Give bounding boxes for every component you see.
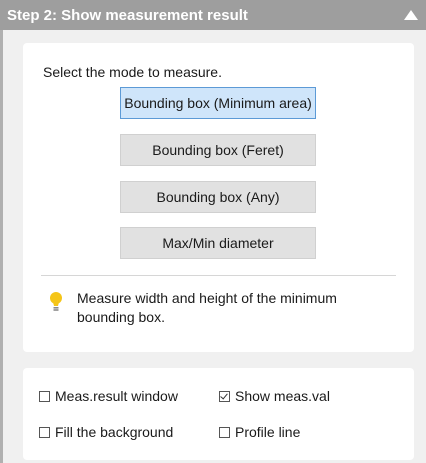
lightbulb-icon <box>50 292 62 311</box>
profile-line-checkbox[interactable]: Profile line <box>219 424 300 440</box>
collapse-triangle-icon[interactable] <box>404 10 418 20</box>
checkbox-box[interactable] <box>219 426 230 438</box>
checkbox-label: Show meas.val <box>235 388 330 404</box>
mode-prompt: Select the mode to measure. <box>43 64 222 80</box>
hint-text: Measure width and height of the minimum … <box>77 290 337 325</box>
measure-mode-card: Select the mode to measure. Bounding box… <box>23 43 414 352</box>
mode-button-any[interactable]: Bounding box (Any) <box>120 181 316 213</box>
step-title: Step 2: Show measurement result <box>7 6 248 24</box>
hint-row: Measure width and height of the minimum … <box>49 289 369 327</box>
mode-button-minimum-area[interactable]: Bounding box (Minimum area) <box>120 87 316 119</box>
checkbox-box[interactable] <box>39 426 50 438</box>
checkbox-box-checked[interactable] <box>219 390 230 402</box>
checkbox-label: Fill the background <box>55 424 174 440</box>
checkbox-label: Meas.result window <box>55 388 178 404</box>
options-card: Meas.result window Show meas.val Fill th… <box>23 368 414 460</box>
step-header[interactable]: Step 2: Show measurement result <box>0 0 426 30</box>
panel-left-border <box>0 30 3 463</box>
mode-button-feret[interactable]: Bounding box (Feret) <box>120 134 316 166</box>
fill-background-checkbox[interactable]: Fill the background <box>39 424 173 440</box>
show-meas-val-checkbox[interactable]: Show meas.val <box>219 388 330 404</box>
checkbox-box[interactable] <box>39 390 50 402</box>
mode-button-max-min-diameter[interactable]: Max/Min diameter <box>120 227 316 259</box>
meas-result-window-checkbox[interactable]: Meas.result window <box>39 388 178 404</box>
divider <box>41 275 396 276</box>
checkbox-label: Profile line <box>235 424 301 440</box>
